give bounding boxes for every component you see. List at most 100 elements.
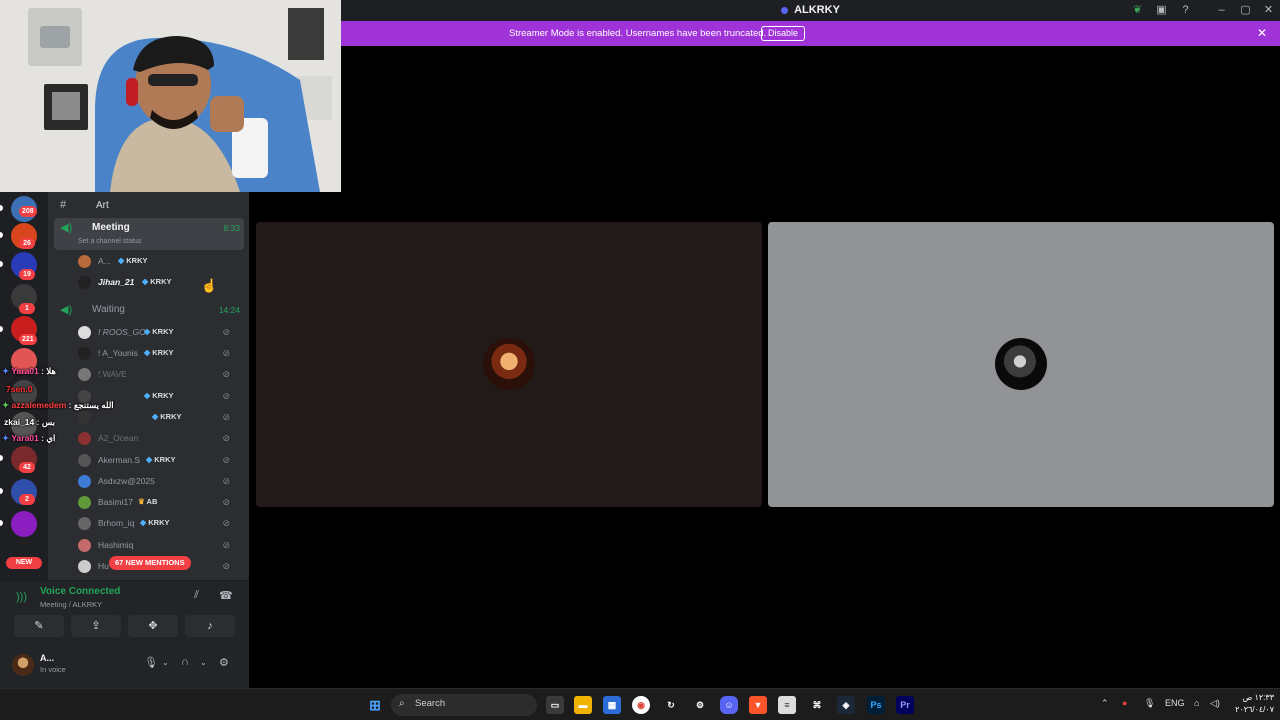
microphone-icon[interactable]: 🎙︎ [144,656,158,669]
taskbar-search[interactable]: ⌕ Search [391,694,537,716]
mention-badge: 2 [19,494,35,505]
deafened-icon: ⊘ [222,561,230,571]
photoshop-icon[interactable]: Ps [867,696,885,714]
brave-icon[interactable]: ▼ [749,696,767,714]
avatar [78,560,91,573]
mention-badge: 208 [19,206,37,217]
windows-start-icon[interactable]: ⊞ [366,696,384,714]
voice-user[interactable]: Asdxzw@2025 ⊘ [74,472,240,491]
avatar [78,276,91,289]
avatar [78,539,91,552]
network-icon[interactable]: ⌂ [1194,698,1199,708]
chrome-icon[interactable]: ◉ [632,696,650,714]
inbox-icon[interactable]: ▣ [1154,3,1169,18]
username: Basimi17 [98,497,133,507]
nitro-leaf-icon[interactable]: ❦ [1130,3,1145,18]
participant-avatar [995,338,1047,390]
minimize-icon[interactable]: – [1214,3,1229,18]
task-view-icon[interactable]: ▭ [546,696,564,714]
current-user-status: In voice [40,665,66,674]
voice-channel-meeting[interactable]: ◀) Meeting 8:33 Set a channel status [54,218,244,250]
username: Hashimiq [98,540,134,550]
new-mentions-pill[interactable]: 67 NEW MENTIONS [109,556,191,570]
hash-icon: # [60,199,67,211]
language-indicator[interactable]: ENG [1165,698,1185,708]
gear-icon[interactable]: ⚙ [219,656,229,669]
file-explorer-icon[interactable]: ▬ [574,696,592,714]
discord-icon[interactable]: ☺ [720,696,738,714]
participant-tile-1[interactable] [256,222,762,507]
speaker-icon: ◀) [60,304,73,316]
activities-button[interactable]: ✥ [128,615,178,637]
voice-user[interactable]: Brhom_iq ◆ KRKY ⊘ [74,514,240,533]
voice-user[interactable]: ! ROOS_GO ◆ KRKY ⊘ [74,323,240,342]
volume-icon[interactable]: ◁) [1210,698,1220,709]
chevron-down-icon[interactable]: ⌄ [200,658,207,667]
badge-icon: ✦ [2,400,10,410]
avatar [78,347,91,360]
soundboard-button[interactable]: ♪ [185,615,235,637]
deafened-icon: ⊘ [222,433,230,443]
participant-tile-2[interactable] [768,222,1274,507]
maximize-icon[interactable]: ▢ [1238,3,1253,18]
unread-pill [0,205,3,211]
tray-app-icon[interactable]: ● [1122,698,1127,708]
chevron-down-icon[interactable]: ⌄ [162,658,169,667]
notepad-icon[interactable]: ≡ [778,696,796,714]
voice-user[interactable]: Hashimiq ⊘ [74,536,240,555]
microphone-icon[interactable]: 🎙︎ [1144,698,1155,709]
avatar [78,454,91,467]
store-icon[interactable]: ▦ [603,696,621,714]
chevron-up-icon[interactable]: ⌃ [1101,698,1109,709]
screen-share-button[interactable]: ⇪ [71,615,121,637]
voice-user[interactable]: ! WAVE ⊘ [74,365,240,384]
steam-icon[interactable]: ⚙ [691,696,709,714]
channel-status[interactable]: Set a channel status [78,238,141,245]
deafened-icon: ⊘ [222,348,230,358]
deafened-icon: ⊘ [222,391,230,401]
voice-user[interactable]: A... ◆ KRKY [74,252,240,271]
avatar [78,432,91,445]
voice-channel-path[interactable]: Meeting / ALKRKY [40,600,102,609]
steam-client-icon[interactable]: ◈ [837,696,855,714]
help-icon[interactable]: ? [1178,3,1193,18]
clock-date[interactable]: ٢٠٢٦/٠٤/٠٧ [1226,705,1274,714]
voice-status-title[interactable]: Voice Connected [40,586,120,597]
close-icon[interactable]: ✕ [1254,25,1270,41]
close-window-icon[interactable]: ✕ [1261,3,1276,18]
app-icon[interactable]: ⌘ [808,696,826,714]
clock-time[interactable]: ١٢:٣٣ ص [1230,693,1274,702]
headphones-icon[interactable]: ∩ [181,656,189,668]
avatar [78,326,91,339]
channel-art[interactable]: # Art [54,196,244,216]
app-icon[interactable]: ↻ [662,696,680,714]
username: Asdxzw@2025 [98,476,155,486]
premiere-icon[interactable]: Pr [896,696,914,714]
avatar[interactable] [12,654,34,676]
disconnect-icon[interactable]: ☎ [219,589,233,602]
server-icon[interactable] [11,511,37,537]
search-placeholder: Search [415,698,446,709]
voice-user[interactable]: A2_Ocean ⊘ [74,429,240,448]
voice-user[interactable]: Akerman.S ◆ KRKY ⊘ [74,451,240,470]
noise-suppression-icon[interactable]: ⫽ [194,589,199,602]
voice-user[interactable]: Basimi17 ♛ AB ⊘ [74,493,240,512]
channel-timer: 14:24 [218,305,240,315]
mention-badge: 42 [19,462,35,473]
username: Brhom_iq [98,518,135,528]
camera-button[interactable]: ✎ [14,615,64,637]
voice-user[interactable]: ! A_Younis ◆ KRKY ⊘ [74,344,240,363]
username: Akerman.S [98,455,141,465]
disable-streamer-mode-button[interactable]: Disable [761,26,806,41]
new-servers-pill[interactable]: NEW [6,557,42,569]
badge-icon: ✦ [2,433,10,443]
windows-taskbar: ⊞ ⌕ Search ▭ ▬ ▦ ◉ ↻ ⚙ ☺ ▼ ≡ ⌘ ◈ Ps Pr ⌃… [0,688,1280,720]
participant-avatar [483,338,535,390]
signal-icon[interactable]: ))) [16,591,27,603]
current-username[interactable]: A... [40,653,54,663]
voice-channel-waiting[interactable]: ◀) Waiting 14:24 [54,300,244,320]
guild-tag: ◆ KRKY [144,327,174,336]
banner-text: Streamer Mode is enabled. Usernames have… [509,28,767,39]
guild-tag: ◆ KRKY [152,412,182,421]
overlay-chat-line: ✦ Yara01 : هلا [2,366,56,376]
